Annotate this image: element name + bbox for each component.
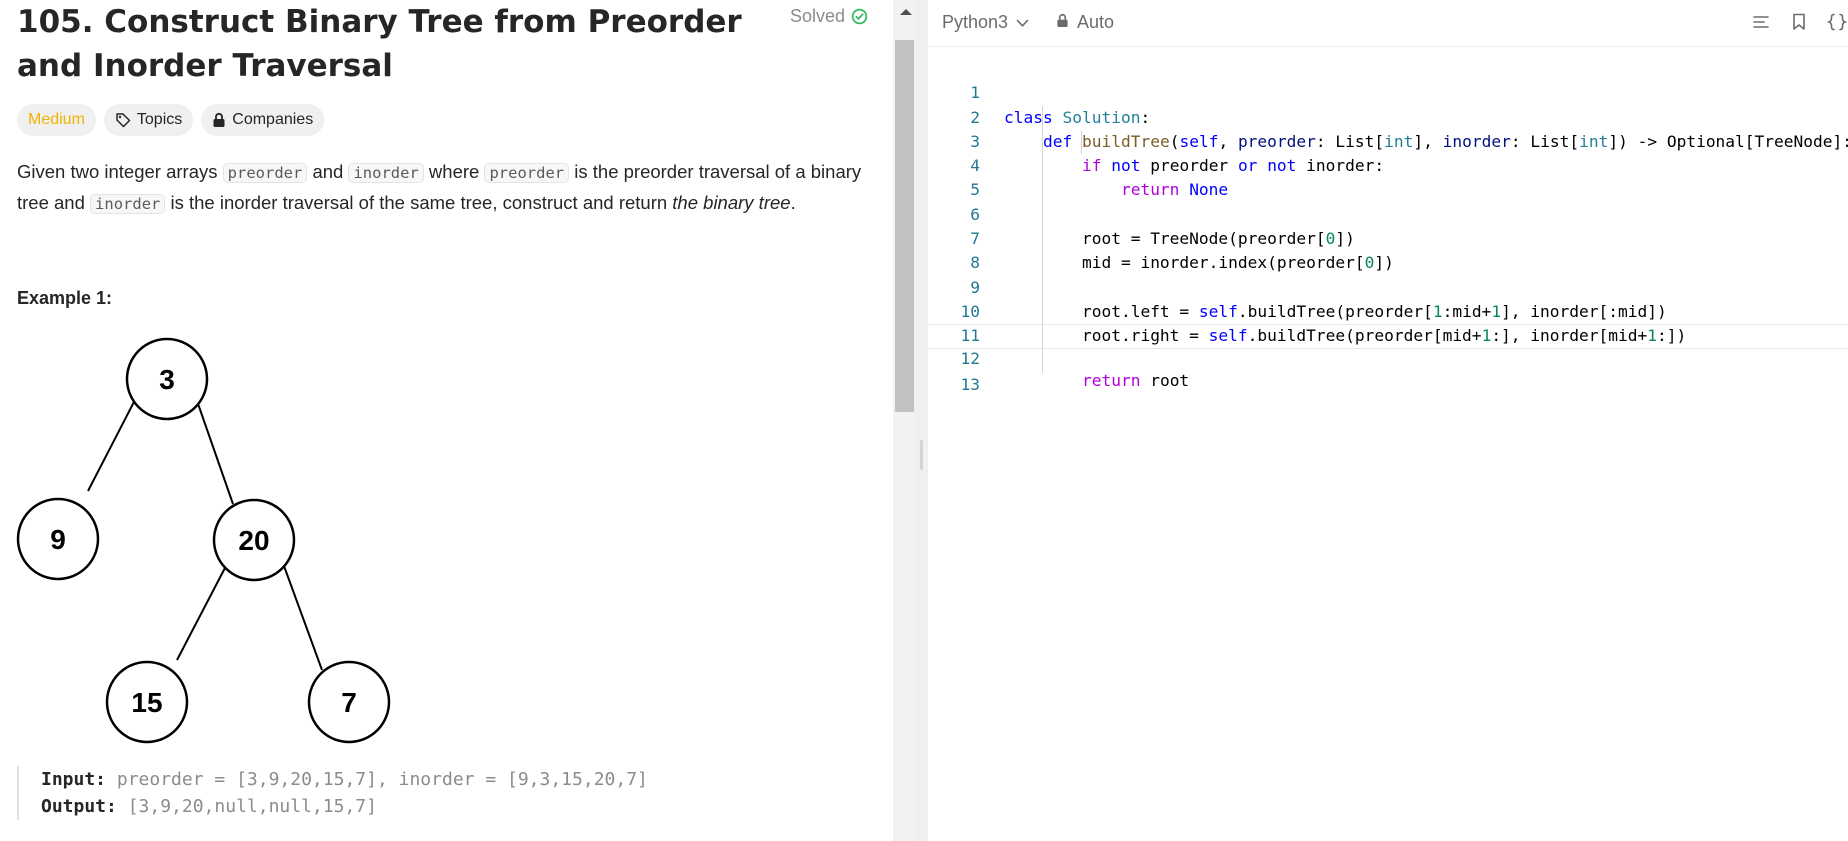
code-line[interactable]: 13 xyxy=(928,349,1848,394)
check-circle-icon xyxy=(851,8,868,25)
splitter-grip-icon[interactable] xyxy=(920,440,923,470)
inline-code: inorder xyxy=(90,194,166,214)
chevron-down-icon xyxy=(1016,12,1029,33)
tree-node-label: 7 xyxy=(341,687,357,718)
desc-emphasis: the binary tree xyxy=(672,192,791,213)
example-output: Output: [3,9,20,null,null,15,7] xyxy=(41,793,648,820)
desc-text: Given two integer arrays xyxy=(17,161,223,182)
solved-label: Solved xyxy=(790,6,846,26)
input-value: preorder = [3,9,20,15,7], inorder = [9,3… xyxy=(106,769,648,790)
code-line[interactable]: 2 def buildTree(self, preorder: List[int… xyxy=(928,81,1848,151)
code-line[interactable]: 1 class Solution: xyxy=(928,57,1848,126)
description-panel: 105. Construct Binary Tree from Preorder… xyxy=(0,0,893,841)
code-area[interactable]: 1 class Solution: 2 def buildTree(self, … xyxy=(928,57,1848,394)
example-tree-image: 3 9 20 15 7 xyxy=(16,337,391,744)
code-line[interactable]: 6 root = TreeNode(preorder[0]) xyxy=(928,178,1848,248)
lock-icon xyxy=(212,112,226,128)
output-label: Output: xyxy=(41,796,117,817)
code-editor-panel: Python3 Auto 1 class Solution: 2 def bui… xyxy=(928,0,1848,841)
bookmark-icon[interactable] xyxy=(1788,10,1810,34)
problem-description: Given two integer arrays preorder and in… xyxy=(17,157,877,219)
code-line-current[interactable]: 12 return root xyxy=(928,324,1848,390)
tree-edge xyxy=(283,565,323,671)
tree-node-label: 15 xyxy=(131,687,162,718)
auto-mode-toggle[interactable]: Auto xyxy=(1056,12,1114,33)
input-label: Input: xyxy=(41,769,107,790)
solved-status: Solved xyxy=(790,6,868,27)
code-line[interactable]: 5 xyxy=(928,154,1848,199)
topics-label: Topics xyxy=(136,111,183,128)
language-select[interactable]: Python3 xyxy=(942,12,1029,33)
tree-edge xyxy=(195,397,234,505)
code-token: return xyxy=(1081,370,1141,390)
tree-edge xyxy=(176,565,227,661)
lock-icon xyxy=(1056,12,1069,33)
companies-button[interactable]: Companies xyxy=(201,104,325,136)
editor-toolbar: Python3 Auto xyxy=(928,0,1848,47)
tree-edge xyxy=(87,397,137,492)
tag-icon xyxy=(115,112,131,128)
code-line[interactable]: 3 if not preorder or not inorder: xyxy=(928,106,1848,175)
example-title: Example 1: xyxy=(17,288,113,308)
code-line[interactable]: 7 mid = inorder.index(preorder[0]) xyxy=(928,203,1848,272)
example-io: Input: preorder = [3,9,20,15,7], inorder… xyxy=(17,766,648,820)
tree-node-label: 9 xyxy=(50,524,66,555)
tag-row: Medium Topics Companies xyxy=(17,104,325,136)
inline-code: inorder xyxy=(348,163,424,183)
language-label: Python3 xyxy=(942,12,1009,32)
tree-node-label: 3 xyxy=(159,364,175,395)
problem-title: 105. Construct Binary Tree from Preorder… xyxy=(17,4,742,84)
code-token: root xyxy=(1140,370,1190,390)
desc-text: is the inorder traversal of the same tre… xyxy=(165,192,673,213)
desc-text: where xyxy=(423,161,485,182)
inline-code: preorder xyxy=(484,163,570,183)
desc-text: and xyxy=(307,161,349,182)
topics-button[interactable]: Topics xyxy=(103,104,194,136)
code-line[interactable]: 4 return None xyxy=(928,130,1848,199)
code-line[interactable]: 9 root.left = self.buildTree(preorder[1:… xyxy=(928,251,1848,321)
format-icon[interactable] xyxy=(1750,10,1772,34)
braces-icon[interactable] xyxy=(1826,10,1848,34)
inline-code: preorder xyxy=(222,163,308,183)
desc-text: . xyxy=(790,192,796,213)
line-number: 13 xyxy=(960,374,981,394)
output-value: [3,9,20,null,null,15,7] xyxy=(116,796,377,817)
example-input: Input: preorder = [3,9,20,15,7], inorder… xyxy=(41,766,648,793)
code-line[interactable]: 8 xyxy=(928,227,1848,272)
companies-label: Companies xyxy=(232,111,314,128)
code-line[interactable]: 10 root.right = self.buildTree(preorder[… xyxy=(928,276,1848,345)
panel-splitter[interactable] xyxy=(915,0,928,841)
tree-node-label: 20 xyxy=(238,525,269,556)
editor-actions xyxy=(1750,10,1848,34)
scrollbar-thumb[interactable] xyxy=(895,40,914,412)
scroll-up-arrow-icon[interactable] xyxy=(900,9,912,15)
auto-label: Auto xyxy=(1077,12,1115,32)
difficulty-badge[interactable]: Medium xyxy=(17,104,96,136)
code-line[interactable]: 11 xyxy=(928,300,1848,345)
